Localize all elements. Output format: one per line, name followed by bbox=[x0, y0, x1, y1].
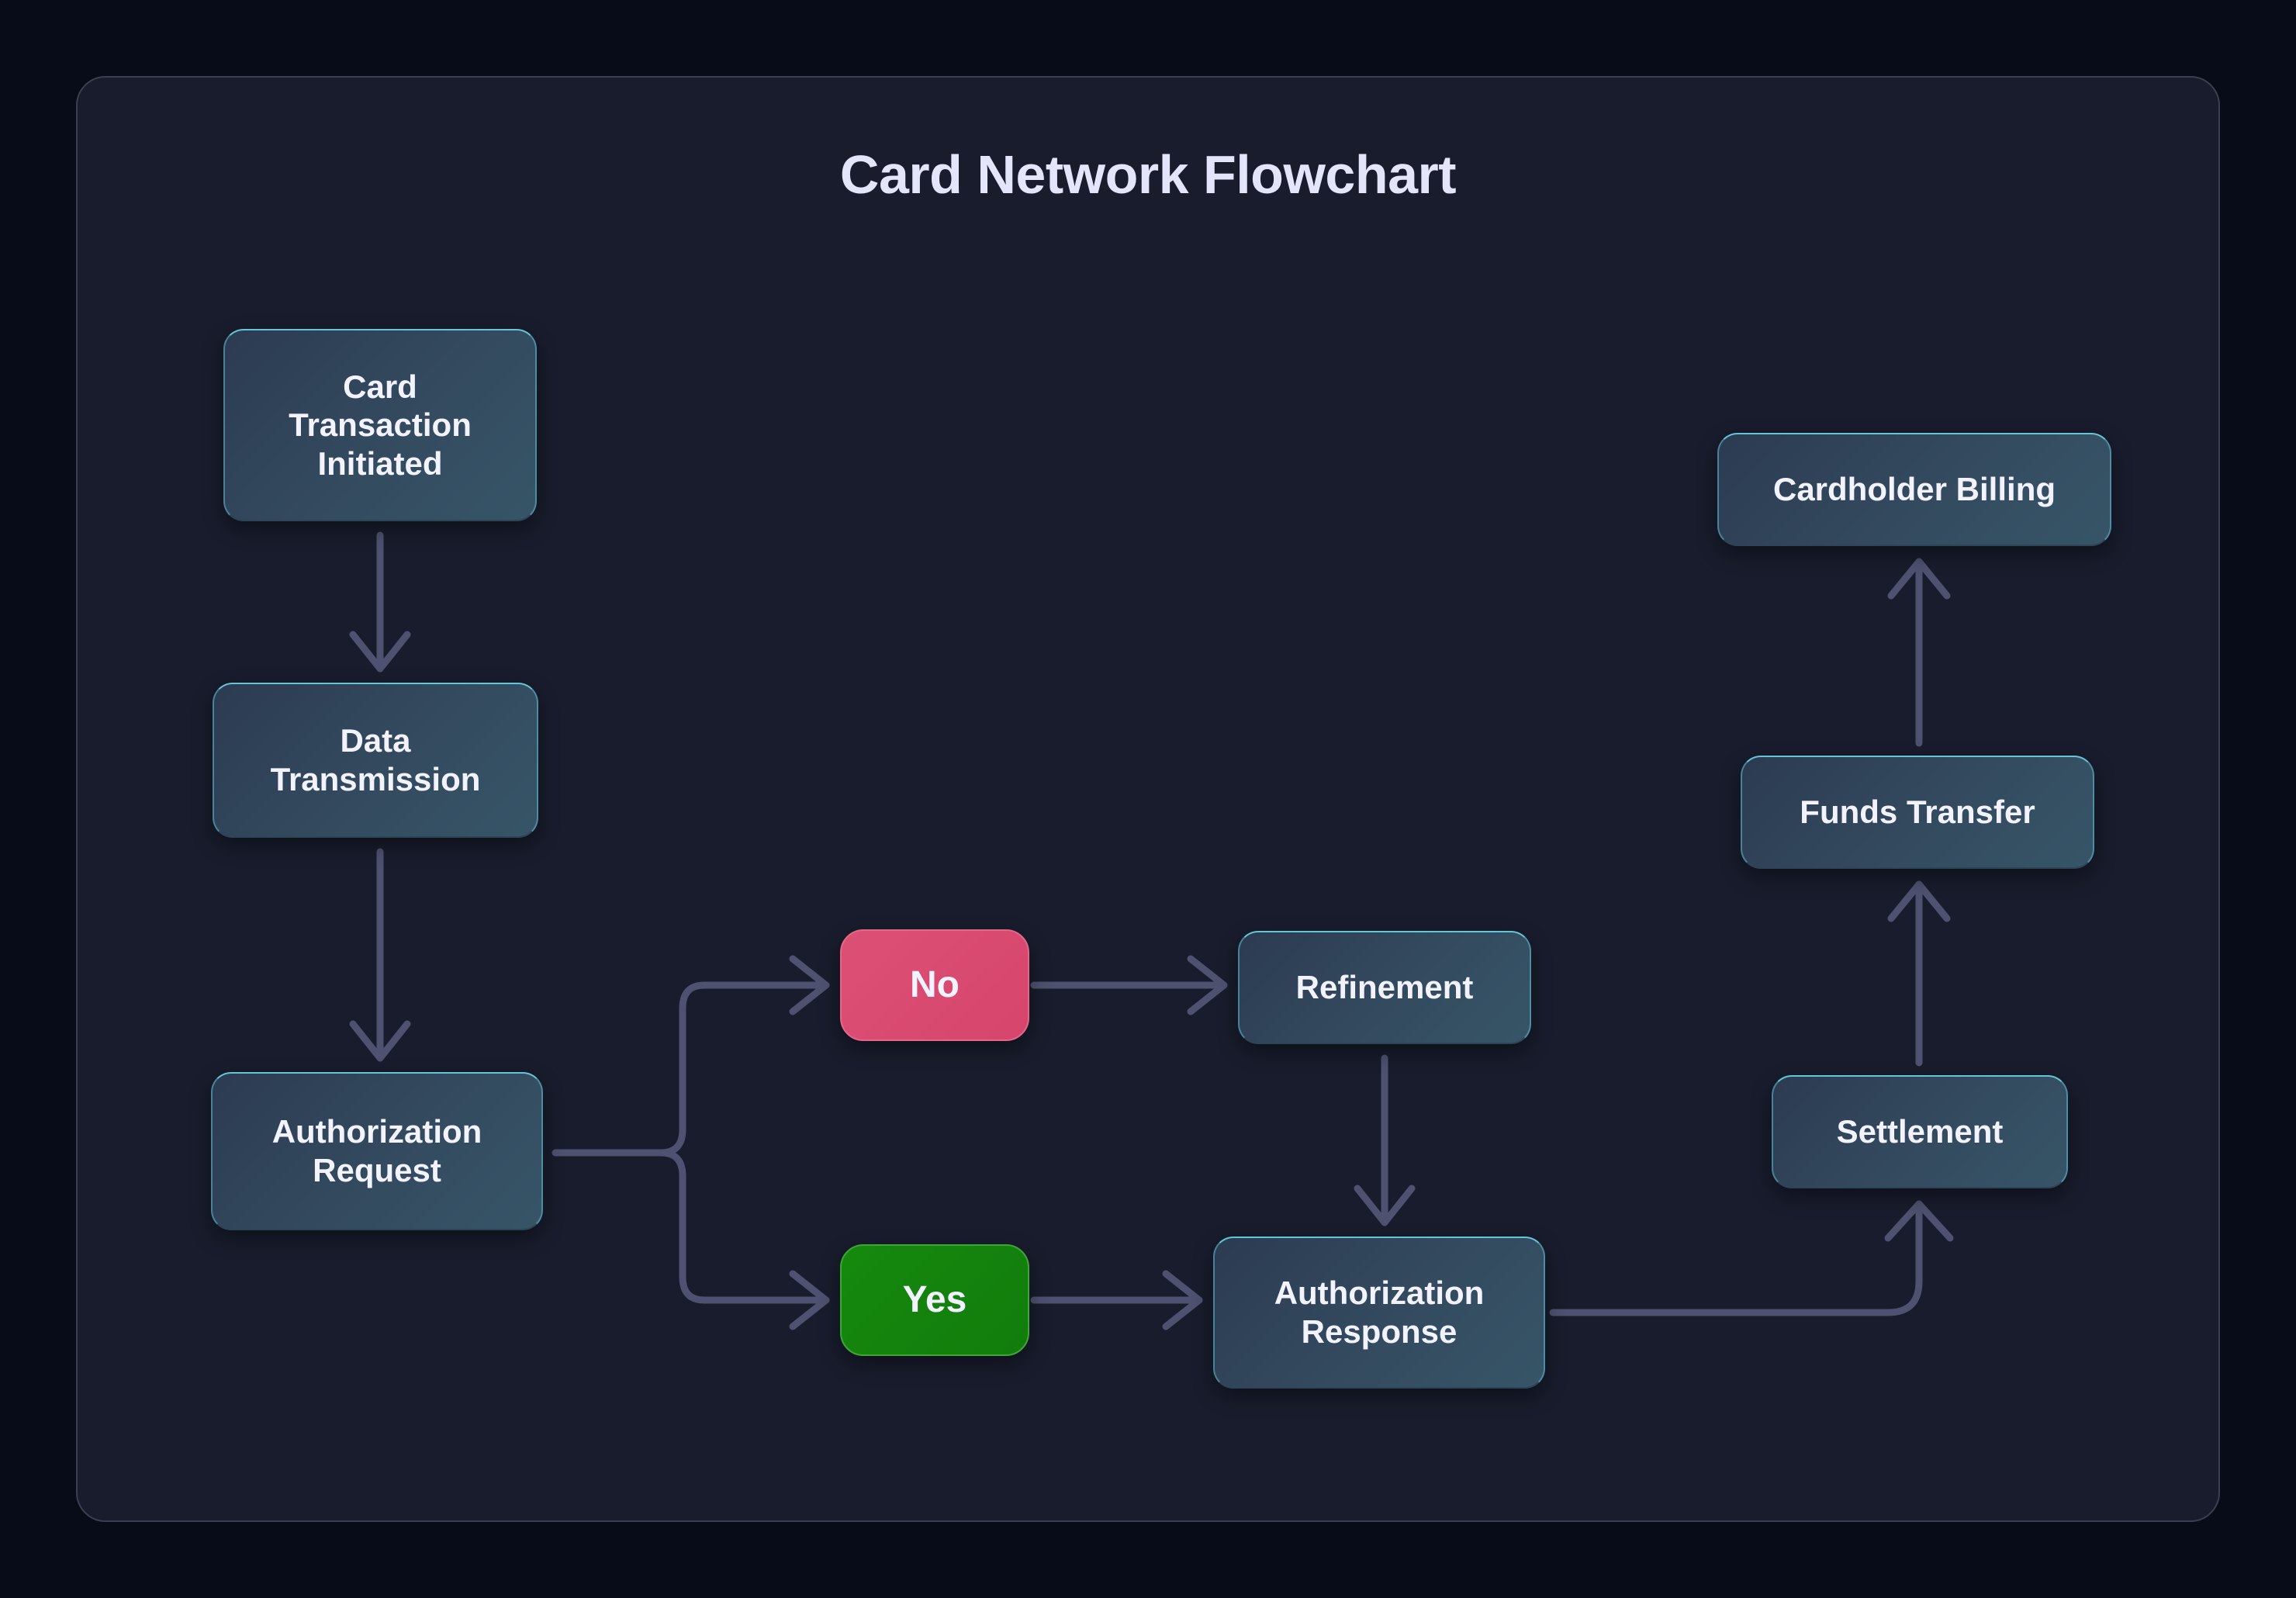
flowchart-canvas: Card Network Flowchart Card Transaction … bbox=[0, 0, 2296, 1598]
flow-node-settlement[interactable]: Settlement bbox=[1772, 1075, 2068, 1188]
flow-node-card-transaction-initiated[interactable]: Card Transaction Initiated bbox=[223, 329, 537, 521]
flow-node-authorization-response[interactable]: Authorization Response bbox=[1213, 1237, 1545, 1389]
flow-node-funds-transfer[interactable]: Funds Transfer bbox=[1741, 756, 2094, 869]
flow-node-authorization-request[interactable]: Authorization Request bbox=[211, 1072, 543, 1230]
flow-node-data-transmission[interactable]: Data Transmission bbox=[213, 683, 538, 838]
flow-node-cardholder-billing[interactable]: Cardholder Billing bbox=[1717, 433, 2111, 546]
flow-node-decision-no[interactable]: No bbox=[840, 929, 1029, 1041]
flow-node-refinement[interactable]: Refinement bbox=[1238, 931, 1531, 1044]
flow-node-decision-yes[interactable]: Yes bbox=[840, 1244, 1029, 1356]
page-title: Card Network Flowchart bbox=[839, 144, 1457, 205]
